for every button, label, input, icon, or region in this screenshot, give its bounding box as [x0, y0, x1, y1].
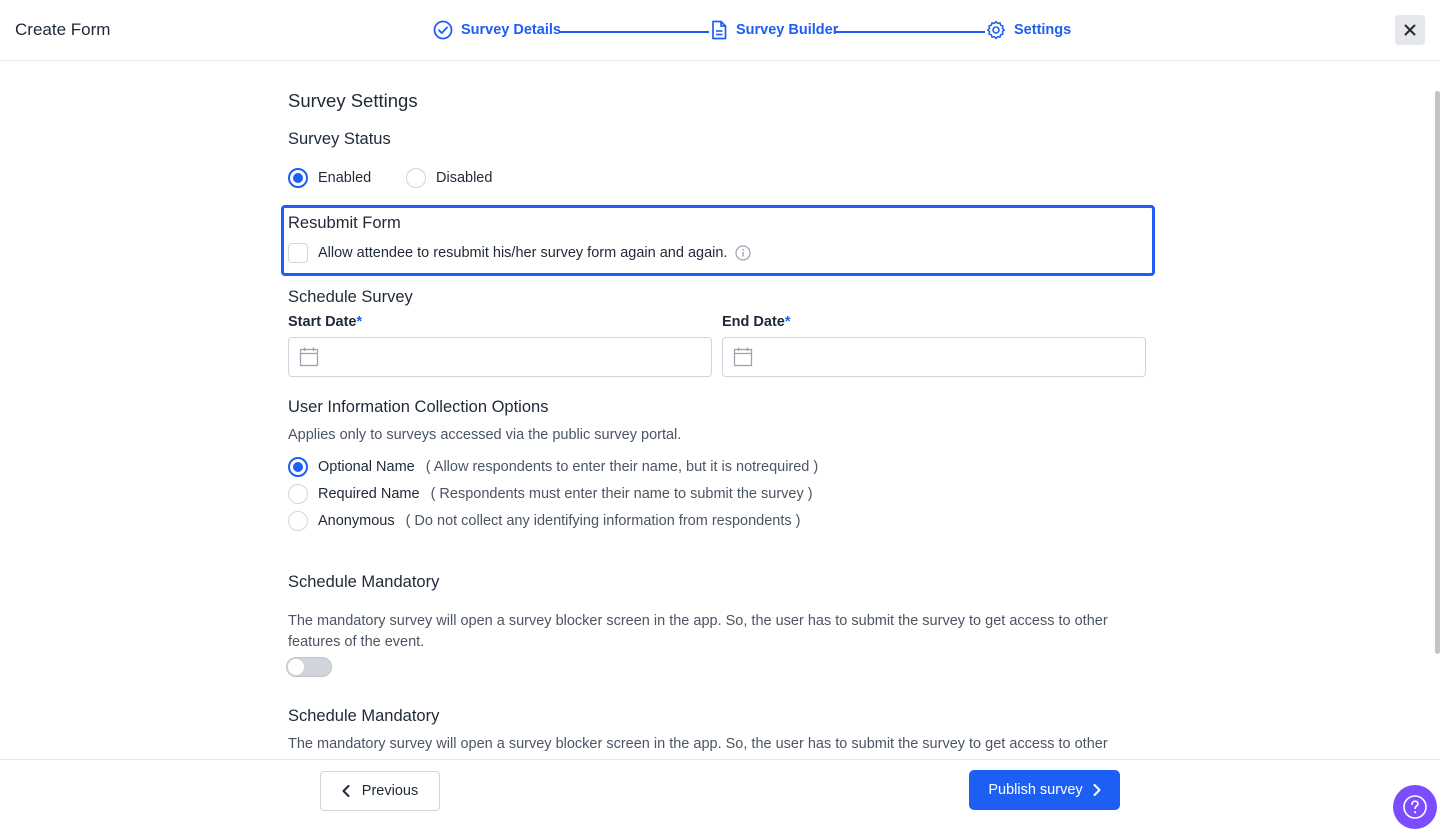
chevron-left-icon [342, 785, 350, 797]
radio-label: Disabled [436, 170, 493, 186]
user-info-option-anonymous[interactable]: Anonymous ( Do not collect any identifyi… [288, 511, 801, 531]
resubmit-title: Resubmit Form [288, 214, 401, 232]
chevron-right-icon [1093, 784, 1101, 796]
stepper: Survey Details Survey Builder Settings [433, 20, 1073, 42]
question-icon [1403, 795, 1427, 819]
close-button[interactable] [1395, 15, 1425, 45]
radio-label: Enabled [318, 170, 372, 186]
step-label: Settings [1014, 22, 1072, 38]
step-label: Survey Details [461, 22, 561, 38]
calendar-icon [733, 347, 753, 367]
schedule-mandatory-title-2: Schedule Mandatory [288, 707, 440, 725]
step-connector [559, 31, 709, 33]
status-option-disabled[interactable]: Disabled [406, 168, 492, 188]
header: Create Form Survey Details Survey Builde… [0, 0, 1440, 61]
radio-label: Required Name [318, 486, 420, 502]
step-connector [835, 31, 985, 33]
resubmit-checkbox-label: Allow attendee to resubmit his/her surve… [318, 245, 728, 261]
schedule-mandatory-helper: The mandatory survey will open a survey … [288, 613, 1108, 650]
step-survey-builder[interactable]: Survey Builder [710, 20, 838, 40]
radio-anonymous[interactable] [288, 511, 308, 531]
resubmit-option[interactable]: Allow attendee to resubmit his/her surve… [288, 243, 752, 263]
end-date-label: End Date* [722, 314, 791, 330]
info-icon[interactable] [735, 245, 752, 261]
publish-label: Publish survey [988, 782, 1083, 798]
step-settings[interactable]: Settings [986, 20, 1071, 40]
resubmit-checkbox[interactable] [288, 243, 308, 263]
step-label: Survey Builder [736, 22, 839, 38]
schedule-mandatory-toggle[interactable] [286, 657, 332, 677]
close-icon [1404, 24, 1416, 36]
resubmit-section-highlight [281, 205, 1155, 276]
gear-icon [986, 20, 1006, 40]
start-date-label: Start Date* [288, 314, 363, 330]
page-title: Create Form [15, 20, 111, 39]
publish-survey-button[interactable]: Publish survey [969, 770, 1120, 810]
radio-description: ( Respondents must enter their name to s… [430, 486, 813, 502]
document-icon [712, 20, 727, 40]
settings-heading: Survey Settings [288, 90, 418, 111]
user-info-helper: Applies only to surveys accessed via the… [288, 427, 682, 443]
radio-disabled[interactable] [406, 168, 426, 188]
radio-required-name[interactable] [288, 484, 308, 504]
schedule-survey-title: Schedule Survey [288, 288, 413, 306]
footer: Previous Publish survey [0, 759, 1440, 837]
scrollbar[interactable] [1435, 91, 1440, 654]
help-button[interactable] [1393, 785, 1437, 829]
previous-button[interactable]: Previous [320, 771, 440, 811]
radio-description: ( Allow respondents to enter their name,… [425, 459, 819, 475]
survey-status-title: Survey Status [288, 130, 391, 148]
user-info-title: User Information Collection Options [288, 398, 549, 416]
end-date-input[interactable] [722, 337, 1146, 377]
radio-label: Optional Name [318, 459, 415, 475]
schedule-mandatory-title: Schedule Mandatory [288, 573, 440, 591]
radio-description: ( Do not collect any identifying informa… [405, 513, 801, 529]
step-survey-details[interactable]: Survey Details [433, 20, 561, 40]
check-circle-icon [433, 20, 453, 40]
previous-label: Previous [361, 783, 419, 799]
radio-label: Anonymous [318, 513, 395, 529]
user-info-option-required[interactable]: Required Name ( Respondents must enter t… [288, 484, 813, 504]
status-option-enabled[interactable]: Enabled [288, 168, 371, 188]
radio-enabled[interactable] [288, 168, 308, 188]
user-info-option-optional[interactable]: Optional Name ( Allow respondents to ent… [288, 457, 818, 477]
start-date-input[interactable] [288, 337, 712, 377]
radio-optional-name[interactable] [288, 457, 308, 477]
calendar-icon [299, 347, 319, 367]
main-content: Survey Settings Survey Status Enabled Di… [0, 61, 1440, 759]
schedule-mandatory-helper-2: The mandatory survey will open a survey … [288, 736, 1108, 752]
